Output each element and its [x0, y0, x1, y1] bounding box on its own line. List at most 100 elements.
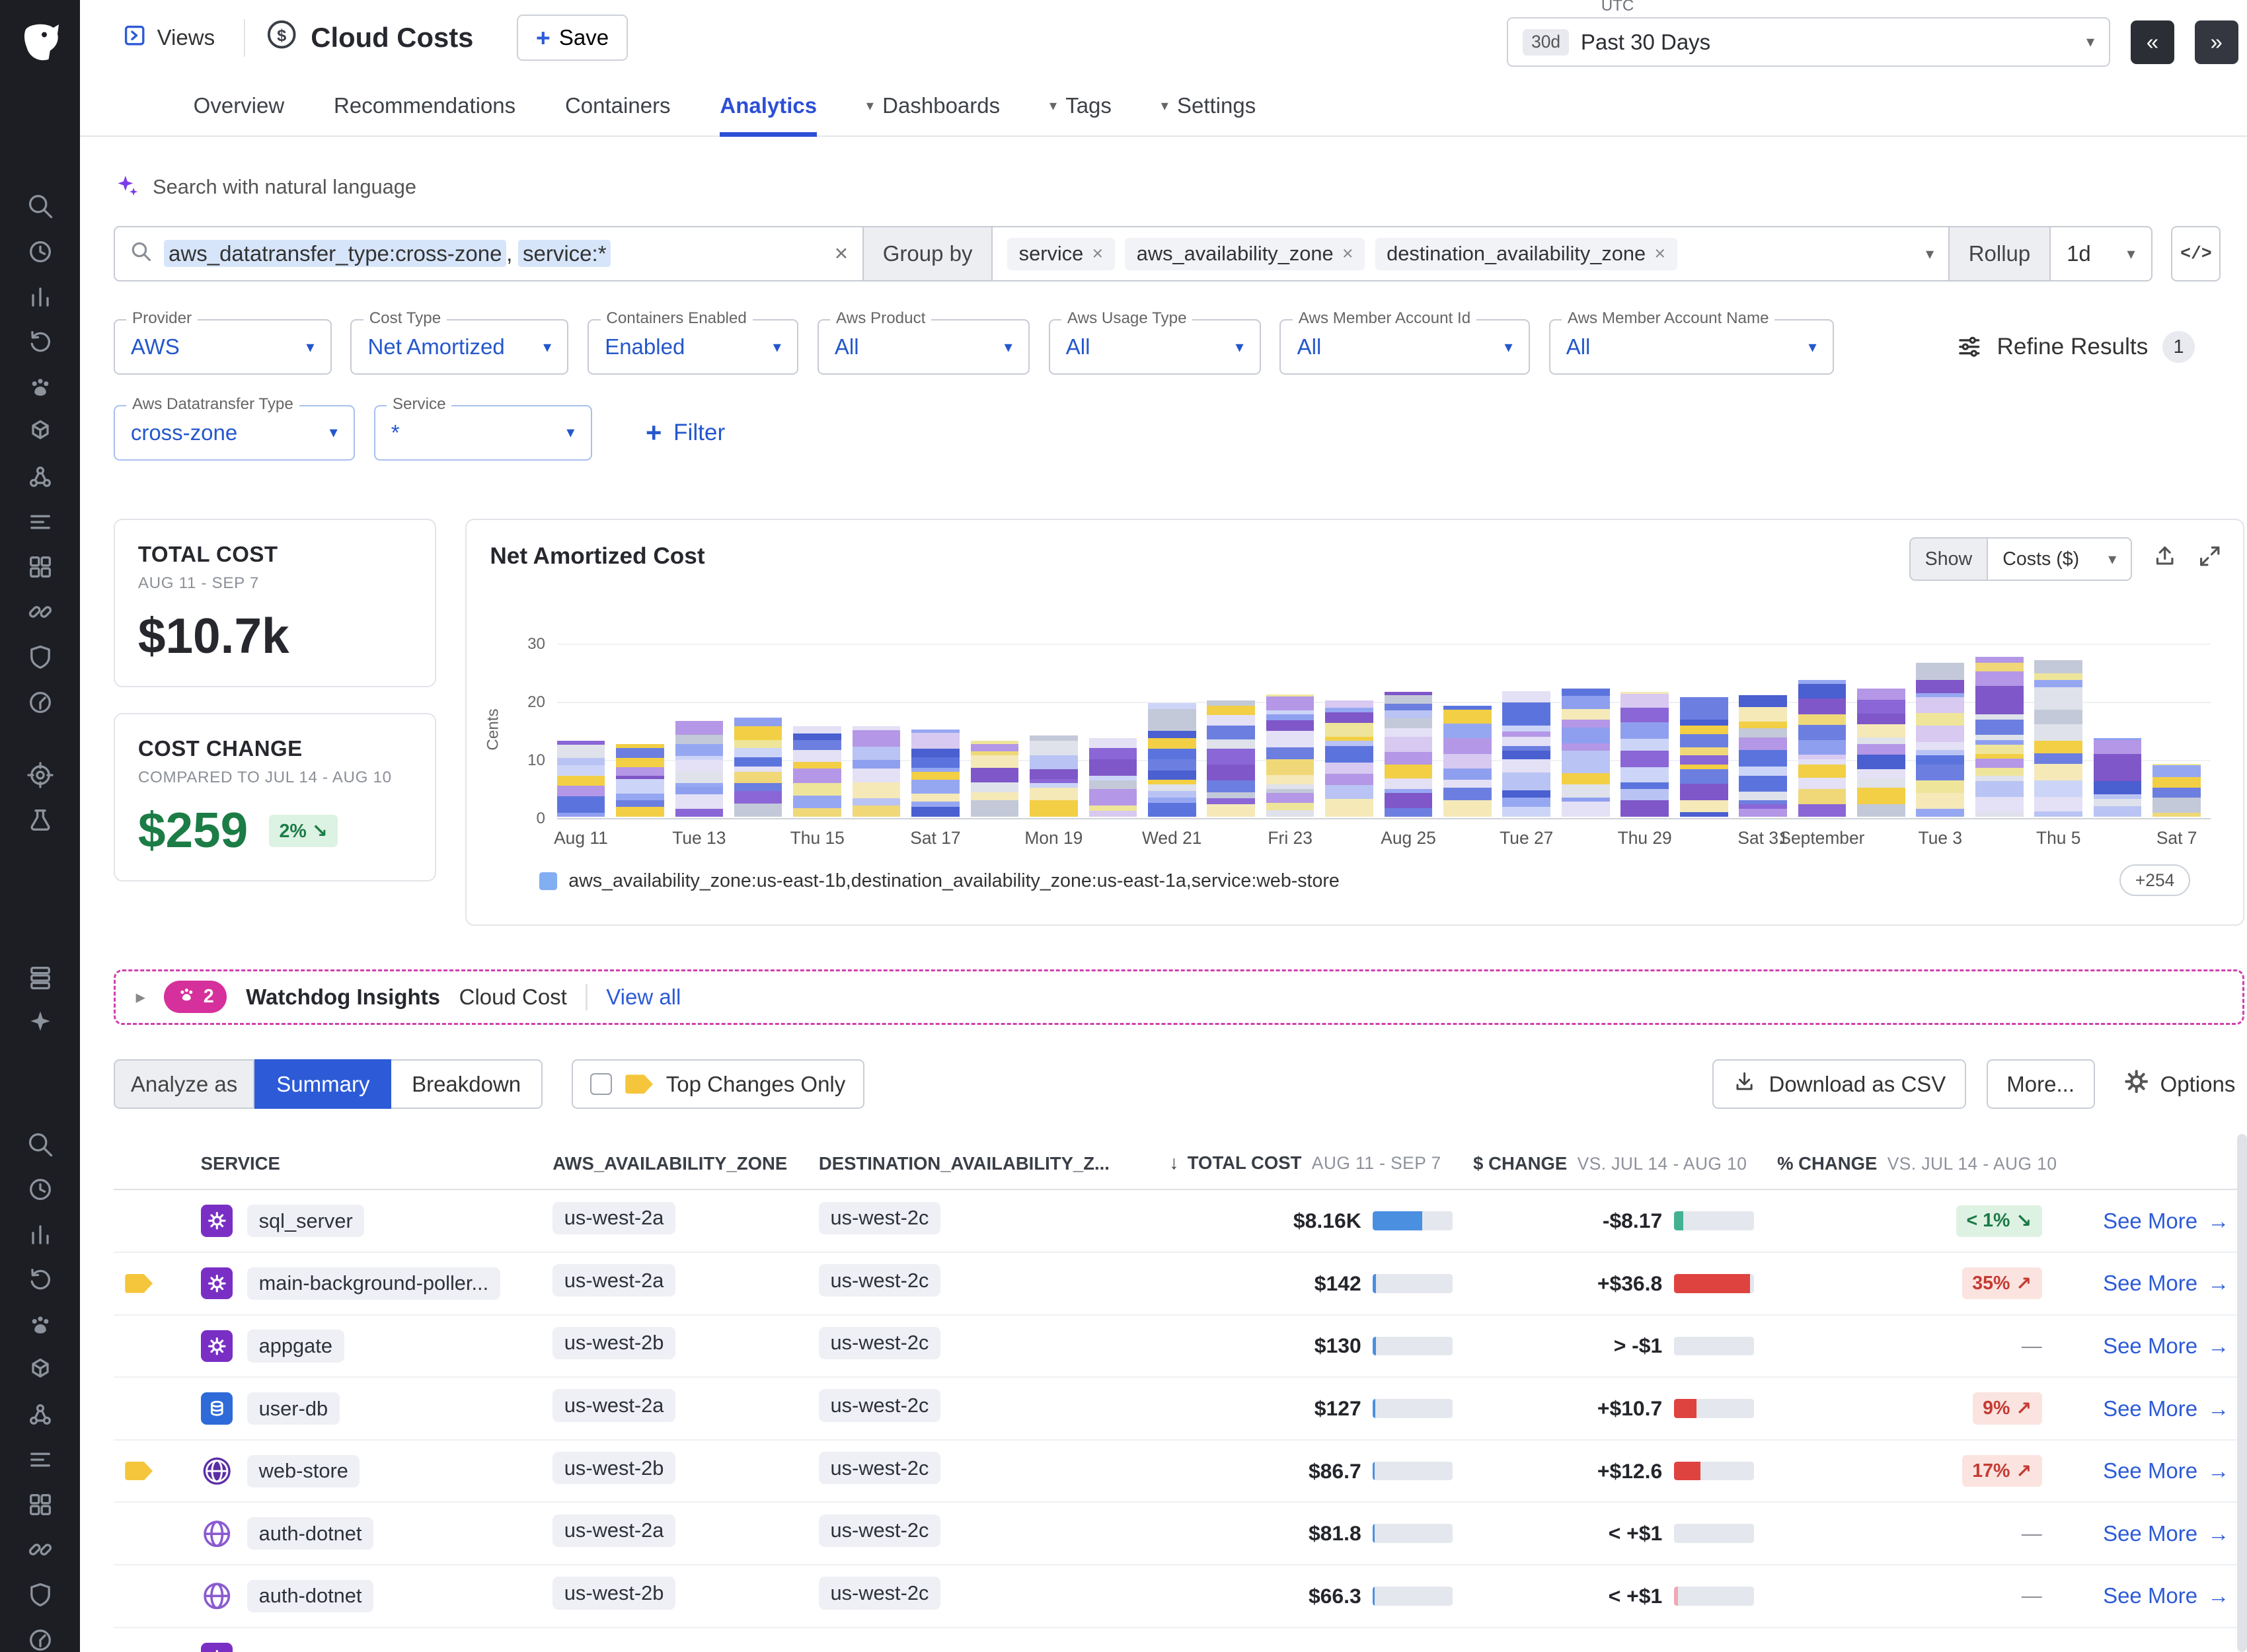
- top-changes-checkbox[interactable]: [590, 1073, 612, 1095]
- save-button[interactable]: + Save: [517, 15, 627, 61]
- chart-bar[interactable]: [1857, 689, 1905, 817]
- tab-analytics[interactable]: Analytics: [720, 75, 817, 135]
- watchdog-insights-banner[interactable]: ▸ 2 Watchdog Insights Cloud Cost View al…: [114, 969, 2244, 1025]
- shield-icon[interactable]: [26, 1581, 55, 1610]
- cubes-icon[interactable]: [26, 417, 55, 446]
- link-icon[interactable]: [26, 597, 55, 626]
- chart-bar[interactable]: [1798, 680, 1847, 817]
- tab-settings[interactable]: ▾Settings: [1161, 75, 1256, 135]
- zone-tag[interactable]: us-west-2a: [552, 1515, 675, 1547]
- tab-overview[interactable]: Overview: [194, 75, 285, 135]
- cluster-icon[interactable]: [26, 1400, 55, 1429]
- chevron-right-icon[interactable]: ▸: [135, 985, 145, 1008]
- query-code-toggle-button[interactable]: </>: [2171, 226, 2221, 282]
- natural-language-search[interactable]: Search with natural language: [114, 172, 2244, 204]
- zone-tag[interactable]: us-west-2c: [819, 1577, 940, 1609]
- filter-aws-datatransfer-type[interactable]: Aws Datatransfer Typecross-zone▾: [114, 405, 355, 461]
- views-button[interactable]: Views: [114, 21, 224, 54]
- target-icon[interactable]: [26, 761, 55, 790]
- history-icon[interactable]: [26, 237, 55, 266]
- group-by-tag[interactable]: aws_availability_zone×: [1125, 238, 1365, 270]
- chart-bar[interactable]: [1916, 662, 1964, 816]
- filter-aws-member-account-id[interactable]: Aws Member Account IdAll▾: [1279, 319, 1530, 375]
- time-shift-forward-button[interactable]: »: [2195, 20, 2238, 64]
- chevron-down-icon[interactable]: ▾: [1926, 244, 1934, 264]
- service-name[interactable]: sql_server: [247, 1205, 364, 1237]
- rollup-select[interactable]: 1d ▾: [2051, 226, 2152, 282]
- pipelines-icon[interactable]: [26, 1445, 55, 1474]
- see-more-link[interactable]: See More: [2103, 1333, 2197, 1359]
- see-more-link[interactable]: See More: [2103, 1521, 2197, 1546]
- column-header-total-cost[interactable]: ↓TOTAL COSTAUG 11 - SEP 7: [1149, 1152, 1461, 1174]
- shield-icon[interactable]: [26, 643, 55, 672]
- filter-cost-type[interactable]: Cost TypeNet Amortized▾: [350, 319, 568, 375]
- group-by-tag[interactable]: destination_availability_zone×: [1375, 238, 1677, 270]
- more-button[interactable]: More...: [1987, 1059, 2095, 1109]
- zone-tag[interactable]: us-west-2c: [819, 1452, 940, 1484]
- chart-bar[interactable]: [1207, 700, 1255, 817]
- chart-bar[interactable]: [1385, 691, 1433, 816]
- chart-bar[interactable]: [557, 741, 605, 816]
- summary-tab[interactable]: Summary: [254, 1059, 391, 1109]
- sync-icon[interactable]: [26, 327, 55, 356]
- service-name[interactable]: auth-dotnet: [247, 1580, 373, 1612]
- legend-overflow-badge[interactable]: +254: [2119, 864, 2190, 896]
- remove-tag-icon[interactable]: ×: [1092, 243, 1103, 265]
- tab-containers[interactable]: Containers: [565, 75, 671, 135]
- chart-bar[interactable]: [911, 730, 960, 817]
- chart-bar[interactable]: [734, 718, 782, 817]
- see-more-link[interactable]: See More: [2103, 1458, 2197, 1483]
- time-shift-back-button[interactable]: «: [2131, 20, 2174, 64]
- group-by-tags[interactable]: service× aws_availability_zone× destinatio…: [993, 226, 1950, 282]
- chart-bar[interactable]: [1266, 695, 1314, 817]
- refine-results-button[interactable]: Refine Results1: [1956, 331, 2244, 363]
- search-icon[interactable]: [26, 192, 55, 221]
- chart-bar[interactable]: [1502, 691, 1550, 816]
- table-row[interactable]: user-dbus-west-2aus-west-2c$127+$10.79%↗…: [114, 1378, 2244, 1441]
- chart-bar[interactable]: [1443, 706, 1492, 816]
- paw-icon[interactable]: [26, 1310, 55, 1339]
- zone-tag[interactable]: us-west-2c: [819, 1389, 940, 1421]
- filter-aws-usage-type[interactable]: Aws Usage TypeAll▾: [1049, 319, 1261, 375]
- sort-descending-icon[interactable]: ↓: [1169, 1152, 1178, 1174]
- chart-bar[interactable]: [971, 741, 1019, 816]
- group-by-tag[interactable]: service×: [1007, 238, 1115, 270]
- table-row[interactable]: auth-dotnetus-west-2bus-west-2c$66.3< +$…: [114, 1565, 2244, 1628]
- zone-tag[interactable]: us-west-2c: [819, 1264, 940, 1296]
- chart-icon[interactable]: [26, 1220, 55, 1249]
- link-icon[interactable]: [26, 1535, 55, 1564]
- compass-icon[interactable]: [26, 688, 55, 717]
- chart-bar[interactable]: [1562, 689, 1610, 817]
- table-row[interactable]: [114, 1628, 2244, 1652]
- top-changes-only-toggle[interactable]: Top Changes Only: [572, 1059, 864, 1109]
- filter-aws-product[interactable]: Aws ProductAll▾: [818, 319, 1030, 375]
- datadog-logo[interactable]: [15, 17, 65, 67]
- table-row[interactable]: auth-dotnetus-west-2aus-west-2c$81.8< +$…: [114, 1503, 2244, 1565]
- column-header--change[interactable]: $ CHANGEVS. JUL 14 - AUG 10: [1462, 1153, 1763, 1174]
- column-header-aws-availability-zone[interactable]: AWS_AVAILABILITY_ZONE: [538, 1153, 807, 1174]
- filter-containers-enabled[interactable]: Containers EnabledEnabled▾: [588, 319, 798, 375]
- zone-tag[interactable]: us-west-2a: [552, 1389, 675, 1421]
- service-name[interactable]: auth-dotnet: [247, 1517, 373, 1550]
- time-range-picker[interactable]: UTC 30d Past 30 Days ▾: [1507, 17, 2110, 67]
- chart-bar[interactable]: [1030, 735, 1078, 816]
- zone-tag[interactable]: us-west-2b: [552, 1452, 675, 1484]
- chart-bar[interactable]: [2152, 764, 2201, 816]
- chart-bar[interactable]: [793, 726, 841, 816]
- tab-dashboards[interactable]: ▾Dashboards: [866, 75, 1000, 135]
- service-name[interactable]: web-store: [247, 1455, 360, 1487]
- filter-service[interactable]: Service*▾: [374, 405, 592, 461]
- options-button[interactable]: Options: [2115, 1068, 2244, 1101]
- search-icon[interactable]: [26, 1130, 55, 1159]
- chart-bar[interactable]: [616, 744, 664, 817]
- see-more-link[interactable]: See More: [2103, 1271, 2197, 1296]
- service-name[interactable]: main-background-poller...: [247, 1267, 500, 1300]
- column-header-destination-availability-z-[interactable]: DESTINATION_AVAILABILITY_Z...: [807, 1153, 1149, 1174]
- chart-bar[interactable]: [2034, 659, 2082, 817]
- table-row[interactable]: web-storeus-west-2bus-west-2c$86.7+$12.6…: [114, 1441, 2244, 1503]
- chart-bar[interactable]: [1680, 697, 1728, 816]
- clear-query-icon[interactable]: ×: [835, 241, 849, 267]
- chart-legend[interactable]: aws_availability_zone:us-east-1b,destina…: [539, 870, 1340, 892]
- chart-bar[interactable]: [1089, 738, 1137, 817]
- zone-tag[interactable]: us-west-2b: [552, 1577, 675, 1609]
